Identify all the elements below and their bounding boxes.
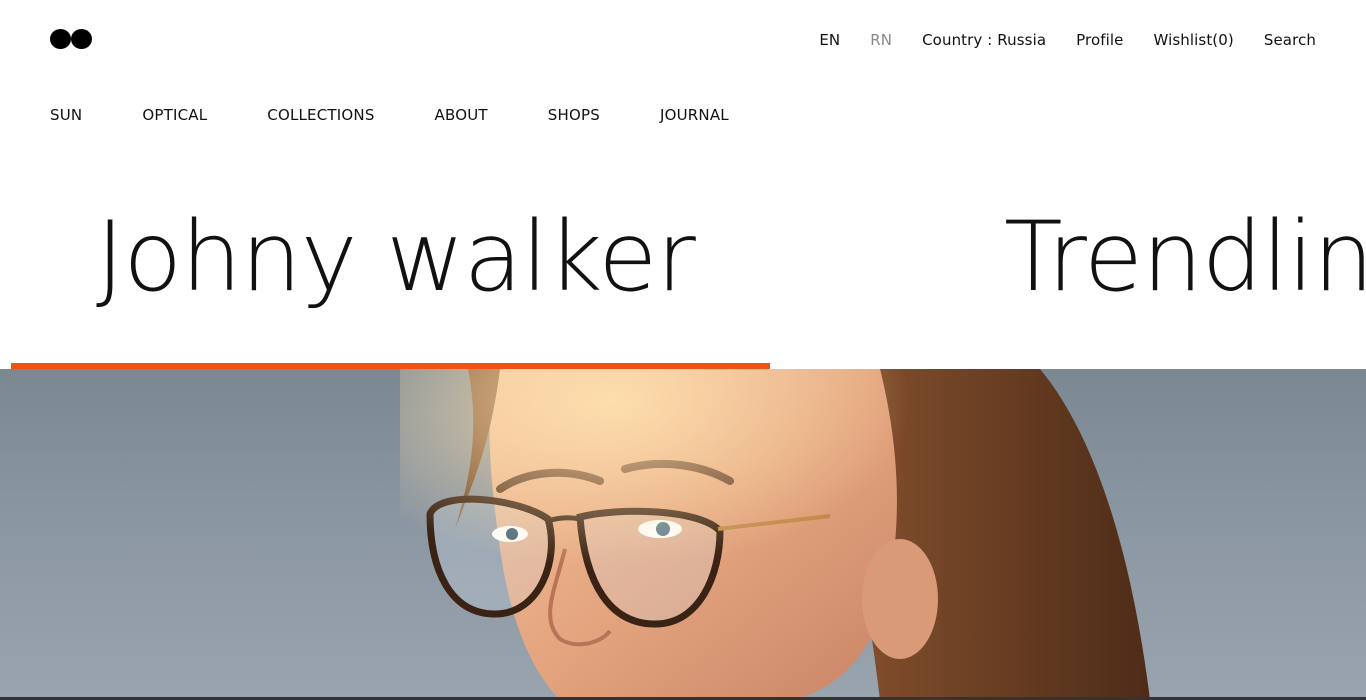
wishlist-link[interactable]: Wishlist(0): [1153, 31, 1233, 49]
language-en-link[interactable]: EN: [819, 31, 840, 49]
hero-image: [0, 369, 1366, 700]
language-rn-link[interactable]: RN: [870, 31, 892, 49]
nav-item-journal[interactable]: JOURNAL: [660, 106, 729, 124]
utility-nav: EN RN Country : Russia Profile Wishlist(…: [819, 29, 1316, 51]
nav-item-collections[interactable]: COLLECTIONS: [267, 106, 374, 124]
main-nav: SUN OPTICAL COLLECTIONS ABOUT SHOPS JOUR…: [50, 104, 729, 126]
nav-item-about[interactable]: ABOUT: [435, 106, 488, 124]
country-selector[interactable]: Country : Russia: [922, 31, 1046, 49]
profile-link[interactable]: Profile: [1076, 31, 1123, 49]
nav-item-optical[interactable]: OPTICAL: [142, 106, 207, 124]
logo-dot-left: [50, 29, 71, 49]
slide-title-active[interactable]: Johny walker: [96, 192, 696, 322]
slide-title-next[interactable]: Trendline: [1004, 192, 1366, 322]
search-link[interactable]: Search: [1264, 31, 1316, 49]
logo-dot-right: [71, 29, 92, 49]
nav-item-shops[interactable]: SHOPS: [548, 106, 600, 124]
hero-photo-illustration: [400, 369, 1150, 700]
brand-logo[interactable]: [50, 29, 94, 49]
page: EN RN Country : Russia Profile Wishlist(…: [0, 0, 1366, 700]
nav-item-sun[interactable]: SUN: [50, 106, 82, 124]
